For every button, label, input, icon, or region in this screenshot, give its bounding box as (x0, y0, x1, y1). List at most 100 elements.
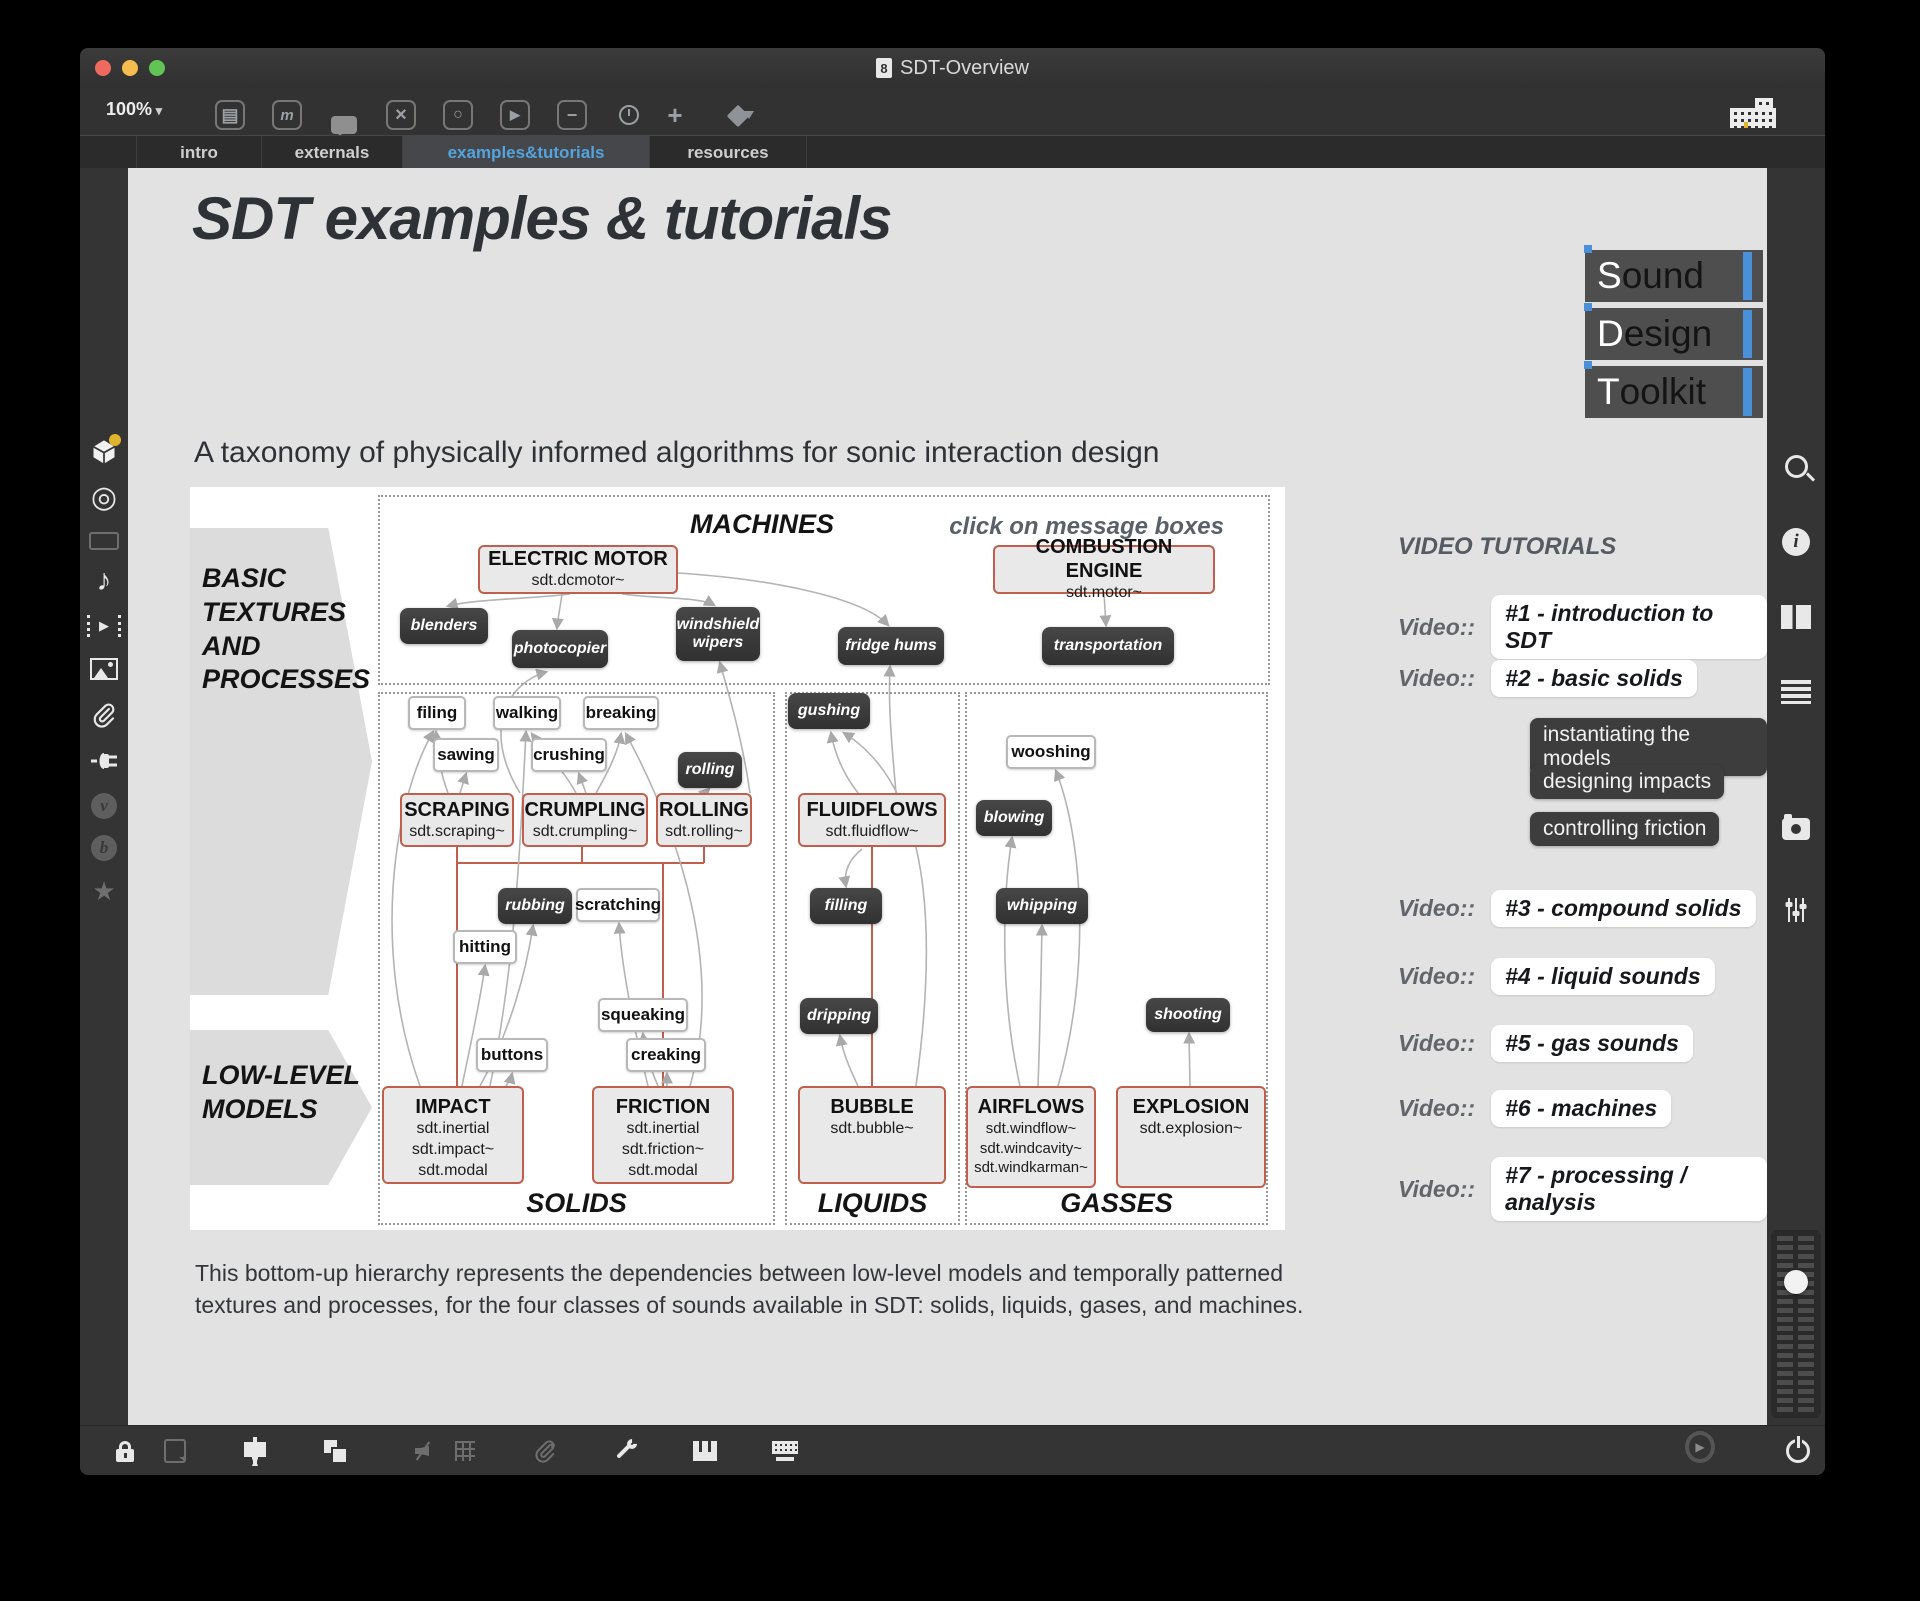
activity-icon[interactable] (1685, 1434, 1715, 1460)
chapter-controlling-friction-button[interactable]: controlling friction (1530, 812, 1719, 846)
texture-breaking[interactable]: breaking (583, 696, 659, 730)
button-object-icon[interactable] (386, 100, 416, 130)
amp-icon[interactable] (80, 532, 128, 550)
tab-examples-tutorials[interactable]: examples&tutorials (403, 136, 650, 169)
info-icon[interactable] (1767, 528, 1825, 556)
model-title: FRICTION (616, 1095, 710, 1119)
model-electric-motor[interactable]: ELECTRIC MOTOR sdt.dcmotor~ (478, 545, 678, 594)
message-shooting[interactable]: shooting (1146, 998, 1230, 1032)
power-icon[interactable] (1783, 1438, 1813, 1464)
texture-crushing[interactable]: crushing (531, 738, 607, 772)
select-icon[interactable] (160, 1438, 190, 1464)
message-rubbing[interactable]: rubbing (498, 888, 572, 924)
workspace-grid-icon[interactable] (1730, 98, 1776, 128)
video-6-button[interactable]: #6 - machines (1491, 1090, 1671, 1127)
paint-bucket-icon[interactable] (728, 100, 756, 128)
slider-object-icon[interactable] (557, 100, 587, 130)
camera-icon[interactable] (1767, 818, 1825, 840)
texture-scratching[interactable]: scratching (576, 888, 660, 922)
panes-icon[interactable] (1767, 605, 1825, 629)
vimeo-icon[interactable] (80, 793, 128, 819)
note-icon[interactable]: ♪ (80, 566, 128, 596)
wrench-icon[interactable] (610, 1438, 640, 1464)
piano-icon[interactable] (690, 1438, 720, 1464)
texture-filing[interactable]: filing (408, 696, 466, 730)
video-4-button[interactable]: #4 - liquid sounds (1491, 958, 1715, 995)
package-icon[interactable] (80, 438, 128, 466)
blog-icon[interactable] (80, 835, 128, 861)
tab-resources[interactable]: resources (650, 136, 807, 169)
message-blowing[interactable]: blowing (976, 800, 1052, 836)
filters-icon[interactable] (1767, 896, 1825, 924)
lock-icon[interactable] (110, 1438, 140, 1464)
texture-buttons[interactable]: buttons (476, 1038, 548, 1072)
notification-dot (109, 434, 121, 446)
message-filling[interactable]: filling (810, 888, 882, 924)
video-label: Video:: (1398, 895, 1475, 922)
star-icon[interactable] (80, 876, 128, 907)
model-friction[interactable]: FRICTION sdt.inertial sdt.friction~ sdt.… (592, 1086, 734, 1184)
playbar-object-icon[interactable] (500, 100, 530, 130)
message-rolling[interactable]: rolling (678, 752, 742, 788)
rings-icon[interactable]: ◎ (80, 483, 128, 513)
model-title: EXPLOSION (1133, 1095, 1250, 1119)
plug-icon[interactable] (80, 749, 128, 773)
comment-object-icon[interactable] (329, 100, 359, 130)
texture-sawing[interactable]: sawing (433, 738, 499, 772)
model-airflows[interactable]: AIRFLOWS sdt.windflow~ sdt.windcavity~ s… (966, 1086, 1096, 1188)
message-photocopier[interactable]: photocopier (512, 630, 608, 668)
texture-hitting[interactable]: hitting (453, 930, 517, 964)
model-scraping[interactable]: SCRAPING sdt.scraping~ (400, 793, 514, 847)
model-crumpling[interactable]: CRUMPLING sdt.crumpling~ (522, 793, 648, 847)
video-1-button[interactable]: #1 - introduction to SDT (1491, 595, 1767, 659)
texture-creaking[interactable]: creaking (626, 1038, 706, 1072)
video-2-button[interactable]: #2 - basic solids (1491, 660, 1697, 697)
message-gushing[interactable]: gushing (788, 693, 870, 729)
model-objects: sdt.crumpling~ (533, 822, 638, 843)
logo-rest: esign (1624, 313, 1712, 355)
texture-wooshing[interactable]: wooshing (1006, 735, 1096, 769)
paperclip-icon[interactable] (80, 701, 128, 729)
zoom-level-dropdown[interactable]: 100% (106, 99, 162, 120)
list-icon[interactable] (1767, 680, 1825, 704)
keyboard-icon[interactable] (770, 1438, 800, 1464)
message-object-icon[interactable] (272, 100, 302, 130)
grid-icon[interactable] (450, 1438, 480, 1464)
message-dripping[interactable]: dripping (800, 998, 878, 1034)
model-fluidflows[interactable]: FLUIDFLOWS sdt.fluidflow~ (798, 793, 946, 847)
video-7-button[interactable]: #7 - processing / analysis (1491, 1157, 1767, 1221)
mute-icon[interactable] (408, 1438, 438, 1464)
model-combustion-engine[interactable]: COMBUSTION ENGINE sdt.motor~ (993, 545, 1215, 594)
image-icon[interactable] (80, 658, 128, 680)
chapter-designing-impacts-button[interactable]: designing impacts (1530, 765, 1724, 799)
texture-squeaking[interactable]: squeaking (598, 998, 688, 1032)
grid-active-cell (1744, 122, 1748, 128)
low-level-models-label: LOW-LEVEL MODELS (202, 1059, 360, 1127)
tab-intro[interactable]: intro (136, 136, 262, 169)
add-object-icon[interactable] (660, 100, 690, 130)
message-transportation[interactable]: transportation (1042, 627, 1174, 665)
dial-object-icon[interactable] (614, 100, 644, 130)
message-fridge-hums[interactable]: fridge hums (838, 627, 944, 665)
panel-object-icon[interactable] (215, 100, 245, 130)
toggle-object-icon[interactable] (443, 100, 473, 130)
gain-slider-knob[interactable] (1784, 1270, 1808, 1294)
copy-icon[interactable] (320, 1438, 350, 1464)
message-blenders[interactable]: blenders (400, 608, 488, 644)
attach-icon[interactable] (530, 1438, 560, 1464)
message-whipping[interactable]: whipping (996, 888, 1088, 924)
message-windshield-wipers[interactable]: windshield wipers (676, 607, 760, 661)
presentation-icon[interactable] (240, 1438, 270, 1464)
title-bar[interactable]: SDT-Overview (80, 48, 1825, 89)
tab-externals[interactable]: externals (262, 136, 403, 169)
model-impact[interactable]: IMPACT sdt.inertial sdt.impact~ sdt.moda… (382, 1086, 524, 1184)
texture-walking[interactable]: walking (493, 696, 561, 730)
clips-icon[interactable] (80, 615, 128, 637)
video-label: Video:: (1398, 1095, 1475, 1122)
model-explosion[interactable]: EXPLOSION sdt.explosion~ (1116, 1086, 1266, 1188)
video-3-button[interactable]: #3 - compound solids (1491, 890, 1755, 927)
video-5-button[interactable]: #5 - gas sounds (1491, 1025, 1693, 1062)
model-rolling[interactable]: ROLLING sdt.rolling~ (656, 793, 752, 847)
search-icon[interactable] (1767, 455, 1825, 478)
model-bubble[interactable]: BUBBLE sdt.bubble~ (798, 1086, 946, 1184)
